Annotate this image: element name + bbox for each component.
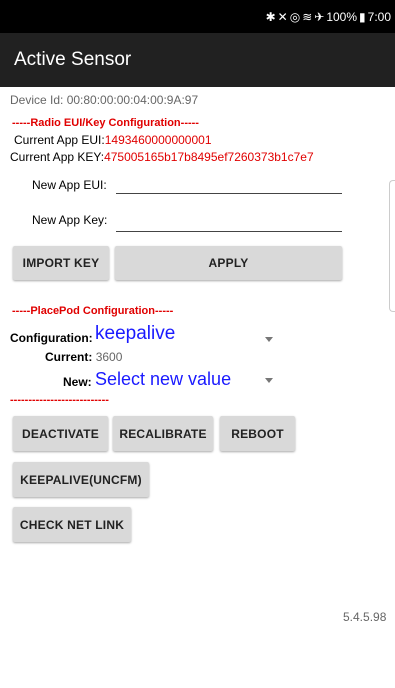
current-value: Current: 3600 [45, 350, 122, 364]
recalibrate-button[interactable]: RECALIBRATE [113, 416, 213, 451]
configuration-label: Configuration: [10, 331, 93, 345]
battery-icon: ▮ [359, 9, 366, 24]
config-divider: --------------------------- [10, 394, 109, 406]
keepalive-unconfirmed-button[interactable]: KEEPALIVE(UNCFM) [13, 462, 149, 497]
current-app-eui-value: 1493460000000001 [104, 133, 212, 147]
hotspot-icon: ◎ [289, 9, 301, 24]
status-bar: ✱ ✕ ◎ ≋ ✈ 100% ▮ 7:00 [0, 0, 395, 33]
current-value-text: 3600 [95, 350, 123, 364]
app-title: Active Sensor [14, 49, 132, 70]
current-app-eui-label: Current App EUI: [14, 133, 105, 147]
deactivate-button[interactable]: DEACTIVATE [13, 416, 108, 451]
check-net-link-button[interactable]: CHECK NET LINK [13, 507, 131, 542]
new-value-dropdown-icon[interactable] [265, 378, 273, 383]
new-app-eui-underline [116, 193, 342, 194]
battery-level: 100% [326, 9, 358, 24]
new-app-key-input[interactable] [116, 209, 342, 227]
new-app-key-label: New App Key: [32, 213, 108, 227]
new-app-eui-label: New App EUI: [32, 178, 107, 192]
placepod-config-header: -----PlacePod Configuration----- [12, 305, 174, 317]
current-app-eui: Current App EUI:1493460000000001 [14, 133, 212, 147]
mute-icon: ✕ [277, 9, 288, 24]
device-id: Device Id: 00:80:00:00:04:00:9A:97 [10, 93, 199, 107]
apply-button[interactable]: APPLY [115, 246, 342, 280]
app-bar: Active Sensor [0, 33, 395, 87]
bluetooth-icon: ✱ [265, 9, 276, 24]
new-app-eui-input[interactable] [116, 174, 342, 192]
current-app-key-value: 475005165b17b8495ef7260373b1c7e7 [104, 150, 314, 164]
new-value-spinner[interactable]: Select new value [95, 369, 231, 390]
new-app-key-underline [116, 231, 342, 232]
new-value-label: New: [63, 375, 92, 389]
current-label: Current: [45, 350, 93, 364]
import-key-button[interactable]: IMPORT KEY [13, 246, 109, 280]
clock: 7:00 [367, 9, 391, 24]
current-app-key-label: Current App KEY: [10, 150, 105, 164]
side-panel-edge [389, 180, 395, 312]
configuration-dropdown-icon[interactable] [265, 337, 273, 342]
reboot-button[interactable]: REBOOT [220, 416, 295, 451]
radio-config-header: -----Radio EUI/Key Configuration----- [12, 117, 199, 129]
configuration-spinner[interactable]: keepalive [95, 323, 175, 345]
app-version: 5.4.5.98 [343, 610, 387, 624]
wifi-icon: ≋ [302, 9, 313, 24]
current-app-key: Current App KEY:475005165b17b8495ef72603… [10, 150, 314, 164]
airplane-icon: ✈ [314, 9, 325, 24]
